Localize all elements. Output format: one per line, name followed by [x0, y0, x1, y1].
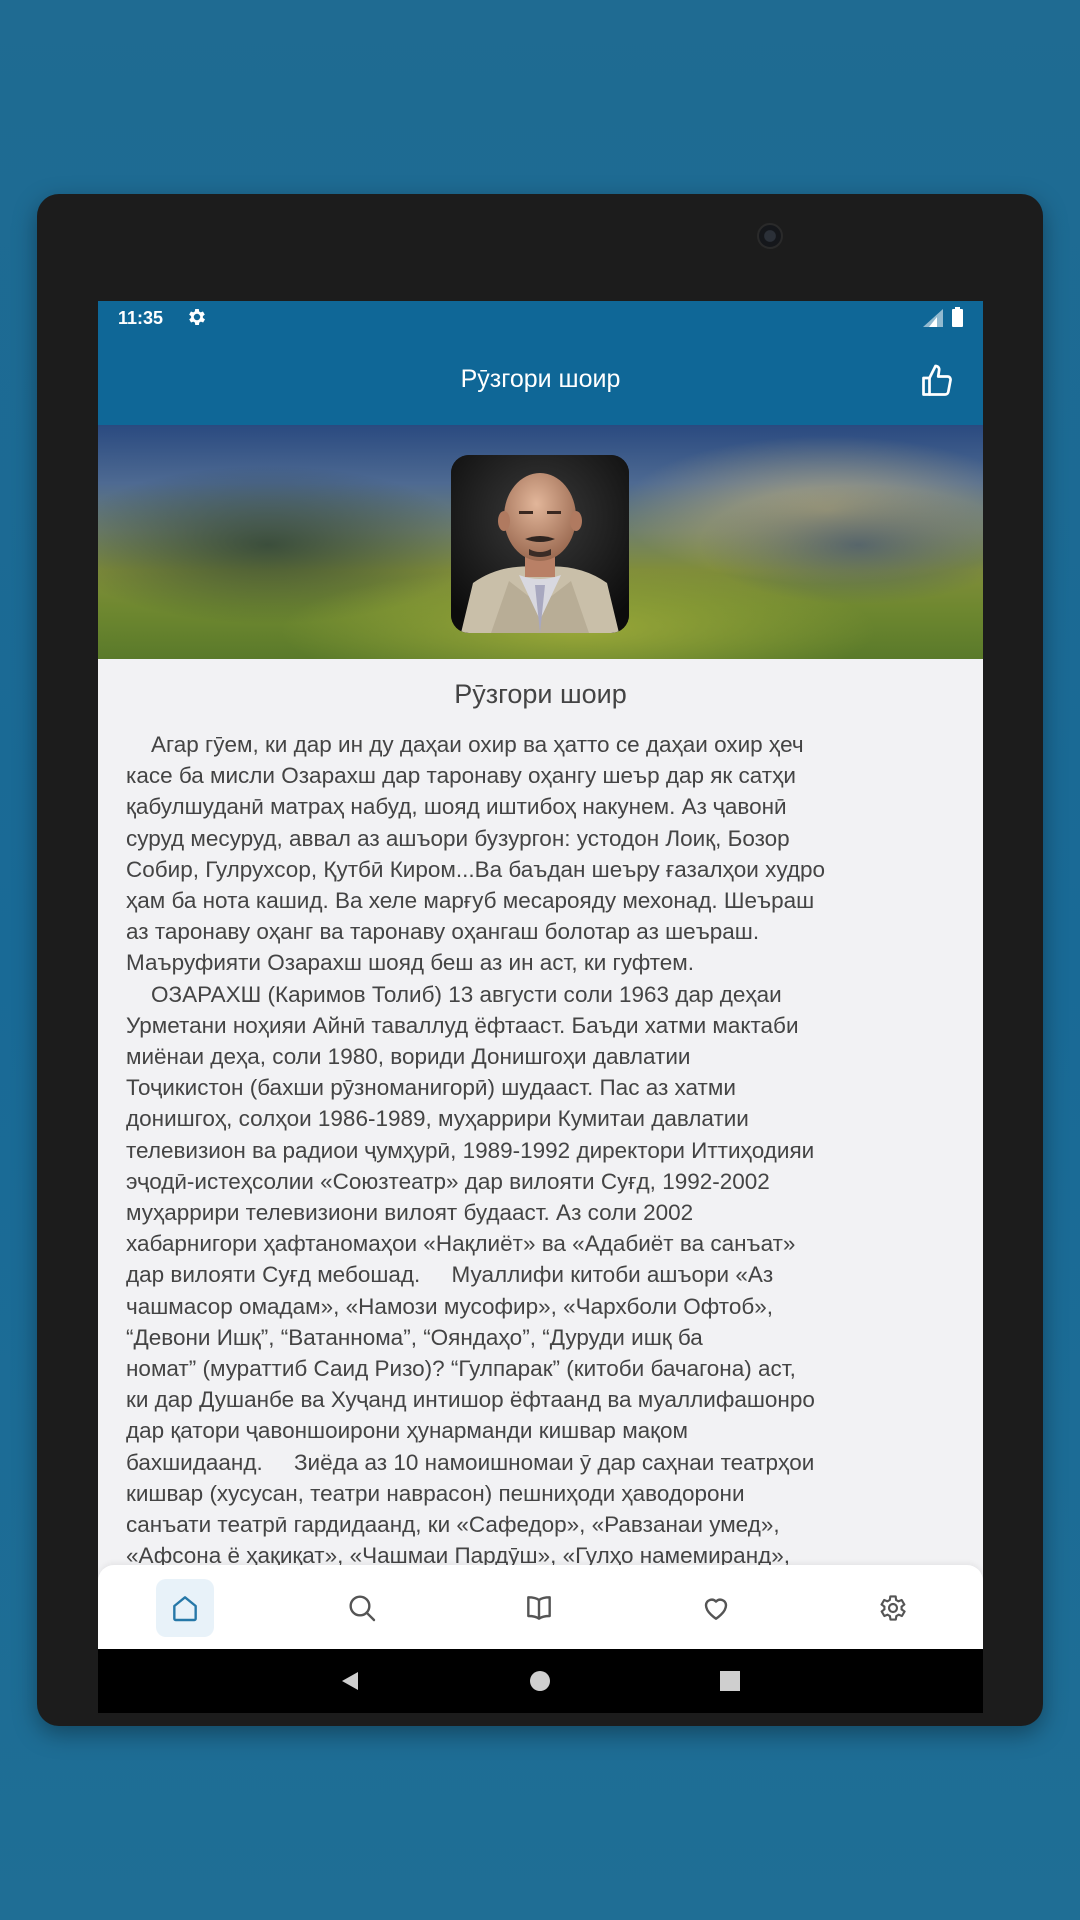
- back-triangle-icon[interactable]: [338, 1669, 362, 1693]
- system-navigation-bar: [98, 1649, 983, 1713]
- status-time: 11:35: [118, 308, 164, 328]
- signal-icon: [923, 309, 943, 327]
- page-title: Рӯзгори шоир: [460, 365, 621, 393]
- app-bar: Рӯзгори шоир: [98, 335, 983, 425]
- settings-gear-icon: [189, 309, 205, 325]
- gear-icon: [880, 1595, 906, 1621]
- biography-content: Рӯзгори шоир Агар гӯем, ки дар ин ду даҳ…: [98, 659, 983, 1609]
- camera-lens: [757, 223, 783, 249]
- banner-blur-shape: [698, 485, 983, 605]
- content-title: Рӯзгори шоир: [454, 679, 627, 709]
- nav-search[interactable]: [333, 1579, 391, 1637]
- portrait-image: [451, 455, 629, 633]
- search-icon: [349, 1595, 376, 1622]
- tablet-frame: 11:35 Рӯзгори шоир Рӯзгори шоир Агар гӯе…: [37, 194, 1043, 1726]
- header-banner: [98, 425, 983, 659]
- status-bar: 11:35: [98, 301, 983, 335]
- battery-icon: [952, 307, 963, 327]
- nav-settings[interactable]: [864, 1579, 922, 1637]
- heart-icon: [704, 1598, 728, 1620]
- nav-library[interactable]: [510, 1579, 568, 1637]
- recent-apps-square-icon[interactable]: [718, 1669, 742, 1693]
- thumbs-up-icon[interactable]: [919, 363, 955, 399]
- book-icon: [527, 1596, 551, 1620]
- poet-portrait: [451, 455, 629, 633]
- nav-home[interactable]: [156, 1579, 214, 1637]
- home-circle-icon[interactable]: [528, 1669, 552, 1693]
- nav-favorites[interactable]: [687, 1579, 745, 1637]
- home-icon: [173, 1596, 197, 1622]
- bottom-navigation: [98, 1565, 983, 1649]
- device-screen: 11:35 Рӯзгори шоир Рӯзгори шоир Агар гӯе…: [98, 301, 983, 1713]
- biography-text: Агар гӯем, ки дар ин ду даҳаи охир ва ҳа…: [126, 732, 825, 1569]
